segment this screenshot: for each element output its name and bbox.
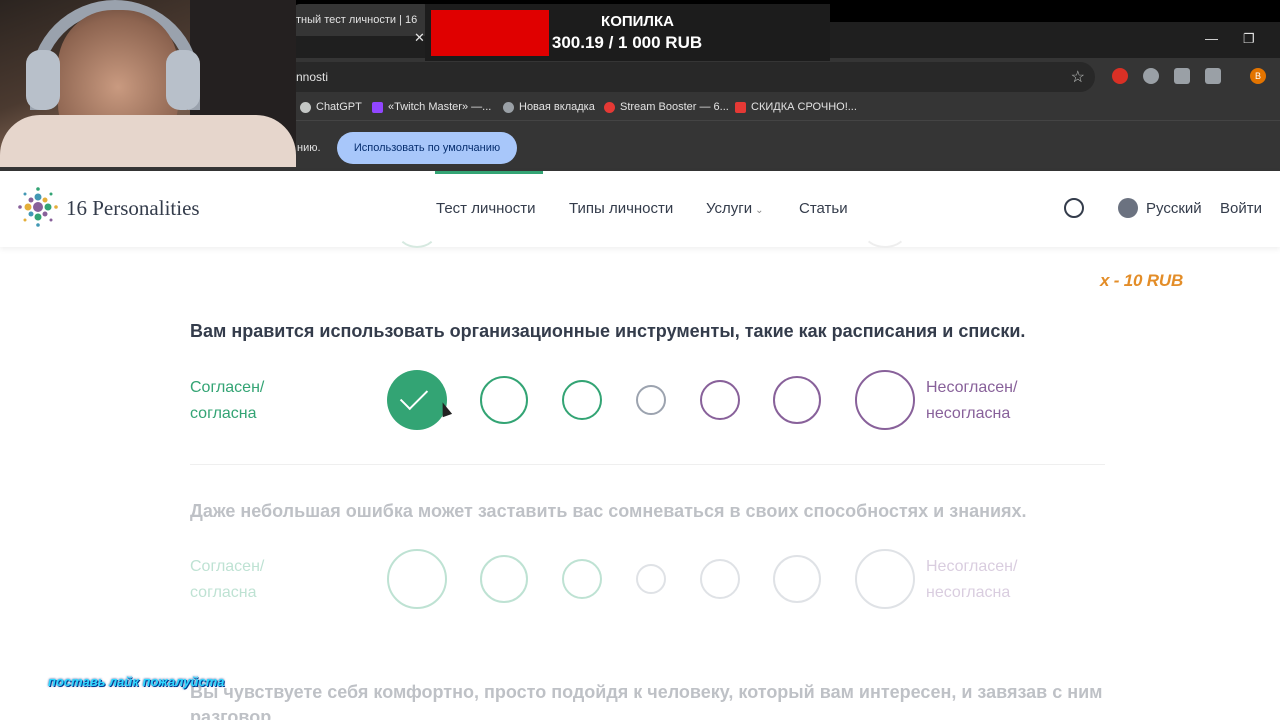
answer-option-strongly-agree[interactable]	[387, 549, 447, 609]
nav-articles[interactable]: Статьи	[799, 200, 848, 217]
clipboard-extension-icon[interactable]	[1174, 68, 1190, 84]
headset-ear-right	[166, 50, 200, 110]
answer-option-disagree[interactable]	[773, 376, 821, 424]
bookmark-twitch-master[interactable]: «Twitch Master» —...	[372, 101, 491, 113]
broadcast-icon	[604, 101, 615, 113]
answer-option-strongly-agree[interactable]	[387, 370, 447, 430]
question-text: Вы чувствуете себя комфортно, просто под…	[190, 682, 1103, 720]
url-text: nnosti	[296, 70, 329, 84]
bookmark-label: СКИДКА СРОЧНО!...	[751, 101, 857, 113]
accessibility-icon[interactable]	[1064, 198, 1084, 218]
globe-icon	[503, 101, 514, 113]
answer-option-disagree[interactable]	[773, 555, 821, 603]
address-bar[interactable]: nnosti ☆	[280, 62, 1095, 92]
agree-label: Согласен/ согласна	[190, 558, 265, 601]
bookmark-label: ChatGPT	[316, 101, 362, 113]
check-icon	[399, 381, 429, 411]
nav-personality-test[interactable]: Тест личности	[436, 200, 536, 217]
bookmark-label: «Twitch Master» —...	[388, 101, 492, 113]
like-request-overlay: поставь лайк пожалуйста	[48, 674, 225, 689]
question-divider	[190, 464, 1105, 465]
previous-question-option	[396, 212, 438, 248]
twitch-icon	[372, 101, 383, 113]
agree-label: Согласен/ согласна	[190, 379, 265, 422]
previous-question-option	[862, 212, 908, 248]
bookmark-new-tab[interactable]: Новая вкладка	[503, 101, 595, 113]
question-text: Вам нравится использовать организационны…	[190, 321, 1026, 341]
answer-option-neutral[interactable]	[636, 385, 666, 415]
nav-personality-types[interactable]: Типы личности	[569, 200, 673, 217]
streamer-arm	[0, 115, 296, 167]
disagree-label: Несогласен/ несогласна	[926, 558, 1018, 601]
headset-ear-left	[26, 50, 60, 110]
logo-text[interactable]: 16 Personalities	[66, 196, 200, 221]
bookmark-stream-booster[interactable]: Stream Booster — 6...	[604, 101, 729, 113]
extension-red-icon[interactable]	[1112, 68, 1128, 84]
login-link[interactable]: Войти	[1220, 200, 1262, 217]
bookmark-label: Новая вкладка	[519, 101, 595, 113]
donation-goal-title: КОПИЛКА	[601, 13, 674, 30]
headphones-extension-icon[interactable]	[1143, 68, 1159, 84]
answer-option-neutral[interactable]	[636, 564, 666, 594]
answer-option-strongly-disagree[interactable]	[855, 549, 915, 609]
language-selector[interactable]: Русский	[1146, 200, 1202, 217]
browser-tab[interactable]: тный тест личности | 16	[292, 4, 432, 36]
bookmark-discount[interactable]: СКИДКА СРОЧНО!...	[735, 101, 857, 113]
maximize-icon[interactable]: ❐	[1243, 31, 1255, 47]
logo-icon[interactable]	[16, 185, 60, 229]
minimize-icon[interactable]: —	[1205, 31, 1218, 46]
active-nav-indicator	[435, 171, 543, 174]
answer-option-agree[interactable]	[480, 555, 528, 603]
answer-option-slightly-disagree[interactable]	[700, 380, 740, 420]
answer-option-agree[interactable]	[480, 376, 528, 424]
profile-avatar[interactable]: B	[1250, 68, 1266, 84]
bookmark-chatgpt[interactable]: ChatGPT	[300, 101, 362, 113]
chevron-down-icon: ⌄	[755, 205, 764, 216]
answer-option-strongly-disagree[interactable]	[855, 370, 915, 430]
webcam-overlay	[0, 0, 296, 167]
globe-icon[interactable]	[1118, 198, 1138, 218]
nav-services[interactable]: Услуги ⌄	[706, 200, 764, 217]
set-default-button[interactable]: Использовать по умолчанию	[337, 132, 517, 164]
redacted-block	[431, 10, 549, 56]
extensions-puzzle-icon[interactable]	[1205, 68, 1221, 84]
bookmark-star-icon[interactable]: ☆	[1071, 67, 1085, 87]
disagree-label: Несогласен/ несогласна	[926, 379, 1018, 422]
infobar-text: нию.	[297, 142, 321, 154]
bookmark-label: Stream Booster — 6...	[620, 101, 729, 113]
donation-goal-widget: КОПИЛКА 300.19 / 1 000 RUB	[425, 4, 830, 61]
tab-close-icon[interactable]: ✕	[414, 30, 425, 46]
donation-note: x - 10 RUB	[1100, 271, 1184, 290]
answer-option-slightly-agree[interactable]	[562, 380, 602, 420]
answer-option-slightly-agree[interactable]	[562, 559, 602, 599]
answer-option-slightly-disagree[interactable]	[700, 559, 740, 599]
shield-icon	[735, 101, 746, 113]
chatgpt-icon	[300, 101, 311, 113]
donation-goal-amount: 300.19 / 1 000 RUB	[551, 33, 703, 52]
question-text: Даже небольшая ошибка может заставить ва…	[190, 501, 1027, 521]
nav-services-label: Услуги	[706, 200, 753, 217]
